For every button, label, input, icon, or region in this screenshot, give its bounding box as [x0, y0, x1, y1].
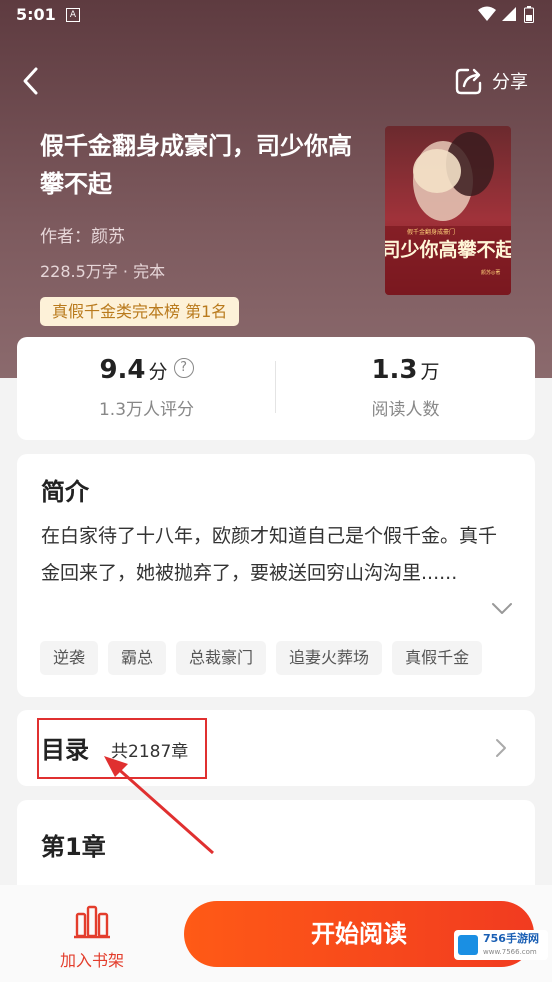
watermark-text: 756手游网 www.7566.com: [483, 931, 539, 958]
score-stat[interactable]: 9.4 分? 1.3万人评分: [17, 337, 276, 440]
wifi-icon: [478, 6, 496, 21]
cover-small-text: 假千金翻身成豪门: [407, 228, 455, 236]
book-title: 假千金翻身成豪门，司少你高攀不起: [40, 132, 352, 198]
share-button[interactable]: 分享: [454, 64, 528, 98]
rank-badge[interactable]: 真假千金类完本榜 第1名: [40, 297, 240, 326]
status-bar: 5:01 A: [0, 0, 552, 30]
share-icon: [455, 68, 482, 95]
status-time: 5:01: [16, 5, 56, 24]
notification-a-icon: A: [66, 8, 80, 22]
readers-unit: 万: [420, 361, 440, 383]
readers-value: 1.3: [371, 355, 418, 385]
cover-title-text: 司少你高攀不起: [385, 238, 511, 261]
add-to-shelf-button[interactable]: 加入书架: [54, 905, 130, 971]
help-icon[interactable]: ?: [173, 357, 194, 378]
tag-item[interactable]: 追妻火葬场: [276, 641, 383, 675]
score-value-row: 9.4 分?: [17, 355, 276, 385]
book-author[interactable]: 作者：颜苏: [40, 222, 125, 247]
bookshelf-icon: [74, 905, 110, 939]
chevron-right-icon: [496, 739, 506, 757]
score-value: 9.4: [99, 355, 146, 385]
chevron-down-icon[interactable]: [491, 602, 513, 616]
site-watermark: 756手游网 www.7566.com: [454, 930, 548, 960]
tag-item[interactable]: 真假千金: [392, 641, 483, 675]
watermark-sub: www.7566.com: [483, 947, 537, 956]
tag-list: 逆袭 霸总 总裁豪门 追妻火葬场 真假千金: [40, 641, 483, 675]
stats-card: 9.4 分? 1.3万人评分 1.3 万 阅读人数: [17, 337, 535, 440]
readers-stat: 1.3 万 阅读人数: [276, 337, 535, 440]
cover-author-mark: 颜苏◎著: [481, 269, 500, 276]
watermark-logo-icon: [458, 935, 478, 955]
share-label: 分享: [492, 72, 528, 93]
signal-icon: [502, 7, 516, 21]
intro-card: 简介 在白家待了十八年，欧颜才知道自己是个假千金。真千金回来了，她被抛弃了，要被…: [17, 454, 535, 697]
watermark-title: 756手游网: [483, 931, 539, 945]
intro-heading: 简介: [41, 478, 89, 506]
chapter-heading: 第1章: [41, 833, 106, 861]
readers-label: 阅读人数: [371, 400, 440, 420]
intro-text[interactable]: 在白家待了十八年，欧颜才知道自己是个假千金。真千金回来了，她被抛弃了，要被送回穷…: [41, 518, 501, 592]
book-meta: 228.5万字 · 完本: [40, 262, 166, 281]
tag-item[interactable]: 霸总: [108, 641, 167, 675]
score-unit: 分: [148, 361, 168, 383]
score-label: 1.3万人评分: [98, 400, 195, 420]
add-to-shelf-label: 加入书架: [59, 951, 124, 970]
book-cover: 假千金翻身成豪门 司少你高攀不起 颜苏◎著: [385, 126, 511, 295]
tag-item[interactable]: 逆袭: [40, 641, 99, 675]
readers-value-row: 1.3 万: [276, 355, 535, 385]
battery-icon: [524, 6, 534, 23]
tag-item[interactable]: 总裁豪门: [176, 641, 267, 675]
back-arrow-icon[interactable]: [18, 64, 48, 98]
annotation-highlight-box: [37, 718, 207, 779]
